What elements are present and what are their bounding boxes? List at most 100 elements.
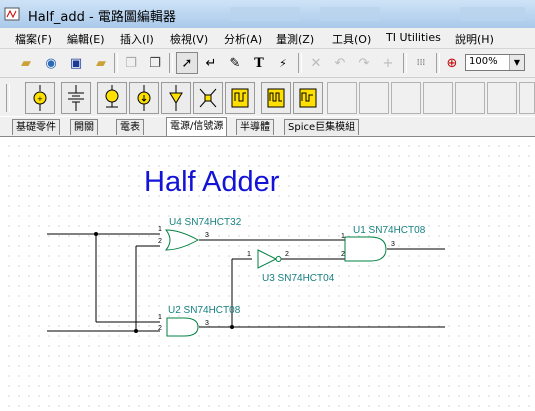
copy-button[interactable]: ❐ <box>120 52 142 74</box>
blurred-region <box>320 7 380 21</box>
browse-button[interactable]: ◉ <box>40 52 62 74</box>
redo-icon: ↷ <box>358 55 370 71</box>
folder-icon: ▰ <box>96 55 106 71</box>
disk-icon: ▣ <box>69 55 83 71</box>
tab-semiconductors[interactable]: 半導體 <box>236 119 274 135</box>
svg-text:+: + <box>37 95 43 103</box>
menu-file[interactable]: 檔案(F) <box>15 31 52 47</box>
undo-button[interactable]: ↶ <box>329 52 351 74</box>
paste-button[interactable]: ❐ <box>144 52 166 74</box>
pin-label: 1 <box>247 251 251 258</box>
pencil-icon: ✎ <box>229 55 241 71</box>
magnifier-icon: ⊕ <box>446 55 458 71</box>
junctions <box>94 232 234 333</box>
pencil-tool-button[interactable]: ✎ <box>224 52 246 74</box>
tab-switches[interactable]: 開關 <box>70 119 98 135</box>
pin-label: 3 <box>205 320 209 327</box>
and-gate-u1[interactable] <box>344 236 387 262</box>
menu-tools[interactable]: 工具(O) <box>332 31 371 47</box>
toolbar-separator <box>403 53 407 73</box>
parts-slot-empty[interactable] <box>391 82 421 114</box>
toolbar-separator <box>436 53 440 73</box>
menu-help[interactable]: 說明(H) <box>455 31 494 47</box>
zoom-value: 100% <box>469 56 498 67</box>
main-toolbar: ▰ ◉ ▣ ▰ ❐ ❐ ➚ ↵ ✎ T ⚡ ✕ ↶ ↷ + ⁞⁞⁞ ⊕ <box>0 49 535 78</box>
redo-button[interactable]: ↷ <box>353 52 375 74</box>
parts-slot-empty[interactable] <box>487 82 517 114</box>
chevron-down-icon[interactable]: ▼ <box>509 55 524 70</box>
open-folder-button[interactable]: ▰ <box>15 52 37 74</box>
part-current-source[interactable] <box>129 82 159 114</box>
save-button[interactable]: ▣ <box>65 52 87 74</box>
toolbar-separator <box>114 53 118 73</box>
title-bar: Half_add - 電路圖編輯器 <box>0 0 535 29</box>
app-icon <box>4 7 20 21</box>
undo-icon: ↶ <box>334 55 346 71</box>
parts-slot-empty[interactable] <box>327 82 357 114</box>
probe-icon: ⚡ <box>279 56 287 70</box>
menu-insert[interactable]: 插入(I) <box>120 31 154 47</box>
menu-edit[interactable]: 編輯(E) <box>67 31 105 47</box>
tab-basic-parts[interactable]: 基礎零件 <box>12 119 60 135</box>
pin-label: 1 <box>341 233 345 240</box>
wire-icon: ↵ <box>205 55 217 71</box>
delete-icon: ✕ <box>310 55 322 71</box>
window-title: Half_add - 電路圖編輯器 <box>28 10 176 25</box>
part-signal-source[interactable] <box>161 82 191 114</box>
text-tool-button[interactable]: T <box>248 52 270 74</box>
u2-label: U2 SN74HCT08 <box>168 305 241 316</box>
pin-label: 1 <box>158 314 162 321</box>
tab-meters[interactable]: 電表 <box>116 119 144 135</box>
grid-button[interactable]: ⁞⁞⁞ <box>410 52 432 74</box>
menu-ti-utilities[interactable]: TI Utilities <box>386 31 441 44</box>
select-tool-button[interactable]: ➚ <box>176 52 198 74</box>
schematic-heading: Half Adder <box>144 166 280 198</box>
parts-slot-empty[interactable] <box>519 82 535 114</box>
blurred-region <box>460 7 525 21</box>
pulse-icon <box>231 88 249 108</box>
source-ground-icon <box>105 85 119 108</box>
pin-label: 2 <box>158 325 162 332</box>
menu-bar: 檔案(F) 編輯(E) 插入(I) 檢視(V) 分析(A) 量測(Z) 工具(O… <box>0 28 535 49</box>
text-icon: T <box>254 55 264 71</box>
folder-open-icon: ▰ <box>21 55 31 71</box>
open-button[interactable]: ▰ <box>90 52 112 74</box>
junction-button[interactable]: + <box>377 52 399 74</box>
pin-label: 2 <box>341 251 345 258</box>
menu-measure[interactable]: 量測(Z) <box>276 31 314 47</box>
u3-label: U3 SN74HCT04 <box>262 273 335 284</box>
part-ground-source[interactable] <box>97 82 127 114</box>
parts-slot-empty[interactable] <box>423 82 453 114</box>
and-gate-u2[interactable] <box>166 317 199 337</box>
part-battery[interactable] <box>61 82 91 114</box>
probe-tool-button[interactable]: ⚡ <box>272 52 294 74</box>
part-pulse-generator[interactable] <box>225 82 255 114</box>
u4-label: U4 SN74HCT32 <box>169 217 242 228</box>
zoom-select[interactable]: 100% ▼ <box>465 54 525 71</box>
paste-icon: ❐ <box>149 55 161 71</box>
zoom-button[interactable]: ⊕ <box>441 52 463 74</box>
tab-sources[interactable]: 電源/信號源 <box>166 117 228 136</box>
inverter-u3[interactable] <box>257 249 282 269</box>
pin-label: 1 <box>158 226 162 233</box>
toolbar-separator <box>298 53 302 73</box>
menu-view[interactable]: 檢視(V) <box>170 31 208 47</box>
pointer-icon: ➚ <box>181 55 193 71</box>
pin-label: 3 <box>391 241 395 248</box>
delete-button[interactable]: ✕ <box>305 52 327 74</box>
blurred-region <box>230 7 300 21</box>
part-switch-source[interactable] <box>193 82 223 114</box>
junction-icon: + <box>382 55 394 71</box>
wire-tool-button[interactable]: ↵ <box>200 52 222 74</box>
pin-label: 3 <box>205 232 209 239</box>
signal-source-icon <box>169 85 183 111</box>
parts-slot-empty[interactable] <box>359 82 389 114</box>
or-gate-u4[interactable] <box>164 229 200 251</box>
part-dc-voltage-source[interactable]: + <box>25 82 55 114</box>
pin-label: 2 <box>285 251 289 258</box>
parts-slot-empty[interactable] <box>455 82 485 114</box>
menu-analysis[interactable]: 分析(A) <box>224 31 262 47</box>
part-data-generator[interactable] <box>293 82 323 114</box>
tab-spice-macros[interactable]: Spice巨集模組 <box>284 119 360 135</box>
part-clock-generator[interactable] <box>261 82 291 114</box>
